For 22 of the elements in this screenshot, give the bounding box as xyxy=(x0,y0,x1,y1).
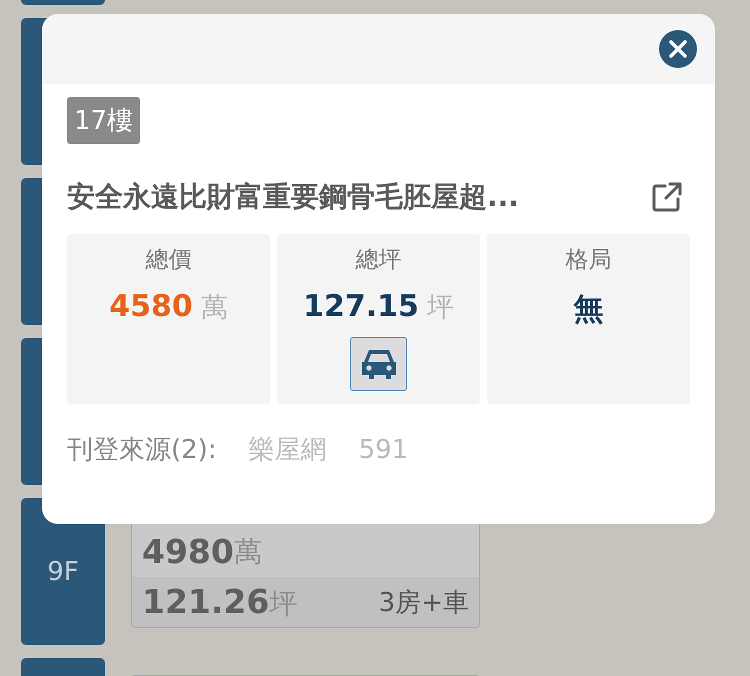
external-link-icon xyxy=(650,180,684,214)
stat-value: 無 xyxy=(574,291,604,329)
stat-label: 總坪 xyxy=(356,246,402,275)
stat-label: 總價 xyxy=(146,246,192,275)
stat-unit: 萬 xyxy=(200,291,228,325)
external-link-button[interactable] xyxy=(650,180,684,214)
listing-price: 4980 xyxy=(142,532,234,571)
close-button[interactable] xyxy=(659,30,697,68)
listing-layout: 3房+車 xyxy=(378,586,469,620)
floor-badge: 17樓 xyxy=(67,97,140,144)
parking-button[interactable] xyxy=(350,337,407,391)
stat-unit: 坪 xyxy=(426,291,454,325)
stat-value: 4580 xyxy=(109,289,193,324)
source-label: 刊登來源(2): xyxy=(67,434,217,467)
price-unit: 萬 xyxy=(234,534,262,570)
listing-title: 安全永遠比財富重要鋼骨毛胚屋超... xyxy=(67,179,519,215)
stat-label: 格局 xyxy=(566,246,612,275)
close-icon xyxy=(669,40,687,58)
floor-label: 9F xyxy=(47,556,79,586)
car-icon xyxy=(360,347,398,381)
stat-value: 127.15 xyxy=(303,289,419,324)
listing-area: 121.26 xyxy=(142,582,270,620)
